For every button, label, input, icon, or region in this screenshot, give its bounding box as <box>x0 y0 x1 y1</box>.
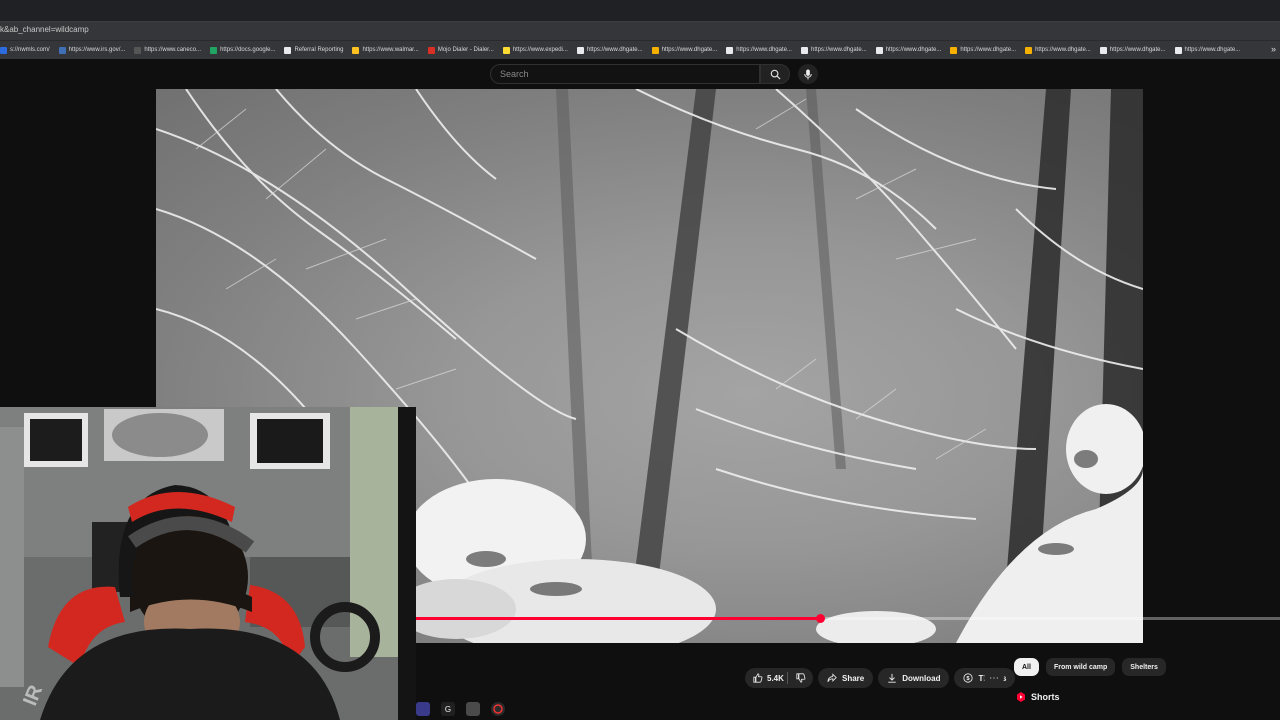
bookmark-favicon-icon <box>352 46 360 54</box>
bookmark-label: https://www.dhgate... <box>1184 47 1241 53</box>
bookmark-favicon-icon <box>576 46 584 54</box>
filter-chip[interactable]: From wild camp <box>1045 658 1116 676</box>
bookmark-label: https://www.dhgate... <box>810 47 867 53</box>
video-scrubber-handle[interactable] <box>815 614 825 623</box>
webcam-streamer-image: IR <box>0 407 416 720</box>
bookmark-favicon-icon <box>58 46 66 54</box>
search-placeholder: Search <box>500 69 529 79</box>
thumbs-down-icon <box>796 673 806 683</box>
bookmark-item[interactable]: s://nwmls.com/ <box>0 46 50 54</box>
search-button[interactable] <box>760 64 790 84</box>
shorts-icon <box>1017 692 1025 702</box>
bookmark-label: https://www.expedi... <box>512 47 568 53</box>
search-icon <box>770 69 781 80</box>
bookmark-favicon-icon <box>1174 46 1182 54</box>
download-button[interactable]: Download <box>878 668 950 688</box>
bookmark-favicon-icon <box>502 46 510 54</box>
bookmark-favicon-icon <box>210 46 218 54</box>
browser-tab-strip <box>0 0 1280 22</box>
bookmark-item[interactable]: https://www.dhgate... <box>726 46 792 54</box>
bookmark-label: https://www.dhgate... <box>586 47 643 53</box>
bookmarks-bar: s://nwmls.com/https://www.irs.gov/... htt… <box>0 40 1280 59</box>
related-filter-chips: All From wild camp Shelters <box>1014 658 1166 676</box>
bookmark-item[interactable]: https://www.dhgate... <box>1174 46 1241 54</box>
microphone-icon <box>804 68 812 80</box>
bookmark-item[interactable]: https://www.dhgate... <box>651 46 718 54</box>
bookmark-favicon-icon <box>1025 46 1033 54</box>
bookmark-favicon-icon <box>0 46 7 54</box>
bookmark-item[interactable]: https://www.dhgate... <box>1099 46 1166 54</box>
download-icon <box>888 673 896 683</box>
bookmark-label: https://docs.google... <box>220 47 276 53</box>
bookmark-label: https://www.dhgate... <box>1109 47 1166 53</box>
like-button[interactable]: 5.4K <box>745 668 787 688</box>
bookmark-item[interactable]: https://www.dhgate... <box>950 46 1017 54</box>
shorts-label: Shorts <box>1031 692 1060 702</box>
shorts-section-header[interactable]: Shorts <box>1017 692 1060 702</box>
more-bookmarks-button[interactable]: » <box>1271 44 1276 54</box>
bookmark-label: https://www.caneco... <box>144 47 202 53</box>
bookmark-item[interactable]: https://www.walmar... <box>352 46 419 54</box>
bookmark-item[interactable]: https://www.caneco... <box>134 46 202 54</box>
filter-chip[interactable]: Shelters <box>1122 658 1166 676</box>
bookmark-label: https://www.dhgate... <box>1035 47 1091 53</box>
address-url: k&ab_channel=wildcamp <box>0 25 89 34</box>
bookmark-favicon-icon <box>284 46 292 54</box>
svg-text:$: $ <box>967 676 971 682</box>
bookmark-favicon-icon <box>134 46 142 54</box>
taskbar-record-icon[interactable] <box>491 702 505 716</box>
taskbar-app-icon[interactable] <box>416 702 430 716</box>
screen: k&ab_channel=wildcamp s://nwmls.com/http… <box>0 0 1280 720</box>
share-label: Share <box>842 673 865 683</box>
share-icon <box>827 673 837 682</box>
bookmark-label: Mojo Dialer - Dialer... <box>437 47 494 53</box>
bookmark-favicon-icon <box>726 46 734 54</box>
bookmark-label: https://www.dhgate... <box>885 47 942 53</box>
dislike-button[interactable] <box>789 668 813 688</box>
bookmark-item[interactable]: https://www.dhgate... <box>1025 46 1091 54</box>
bookmark-favicon-icon <box>427 46 435 54</box>
bookmark-label: https://www.dhgate... <box>736 47 792 53</box>
share-button[interactable]: Share <box>818 668 874 688</box>
bookmark-item[interactable]: https://www.expedi... <box>502 46 568 54</box>
taskbar-icons: G <box>416 702 505 716</box>
bookmark-item[interactable]: https://www.dhgate... <box>875 46 942 54</box>
like-divider <box>787 672 788 684</box>
address-bar[interactable]: k&ab_channel=wildcamp <box>0 22 1280 40</box>
webcam-overlay: IR <box>0 407 416 720</box>
bookmark-favicon-icon <box>1099 46 1107 54</box>
bookmark-favicon-icon <box>651 46 659 54</box>
bookmark-favicon-icon <box>875 46 883 54</box>
bookmark-label: https://www.dhgate... <box>960 47 1017 53</box>
more-actions-button[interactable]: ⋯ <box>984 668 1004 688</box>
thumbs-up-icon <box>753 673 763 683</box>
bookmark-label: https://www.irs.gov/... <box>68 47 126 53</box>
video-progress-played <box>416 617 821 620</box>
bookmark-item[interactable]: Referral Reporting <box>284 46 344 54</box>
bookmark-favicon-icon <box>950 46 958 54</box>
bookmark-item[interactable]: https://docs.google... <box>210 46 276 54</box>
search-input[interactable]: Search <box>490 64 760 84</box>
like-count: 5.4K <box>767 673 784 683</box>
bookmark-label: https://www.dhgate... <box>661 47 718 53</box>
voice-search-button[interactable] <box>798 64 818 84</box>
bookmark-favicon-icon <box>800 46 808 54</box>
bookmark-item[interactable]: https://www.dhgate... <box>800 46 867 54</box>
taskbar-game-icon[interactable]: G <box>441 702 455 716</box>
thanks-icon: $ <box>963 673 974 683</box>
like-dislike-group: 5.4K <box>745 668 813 688</box>
bookmark-label: Referral Reporting <box>294 47 344 53</box>
filter-chip[interactable]: All <box>1014 658 1039 676</box>
bookmark-label: s://nwmls.com/ <box>10 47 50 53</box>
bookmark-item[interactable]: https://www.dhgate... <box>576 46 643 54</box>
bookmark-item[interactable]: Mojo Dialer - Dialer... <box>427 46 494 54</box>
bookmark-label: https://www.walmar... <box>362 47 419 53</box>
taskbar-folder-icon[interactable] <box>466 702 480 716</box>
record-icon <box>493 704 503 714</box>
bookmark-item[interactable]: https://www.irs.gov/... <box>58 46 126 54</box>
download-label: Download <box>902 673 941 683</box>
